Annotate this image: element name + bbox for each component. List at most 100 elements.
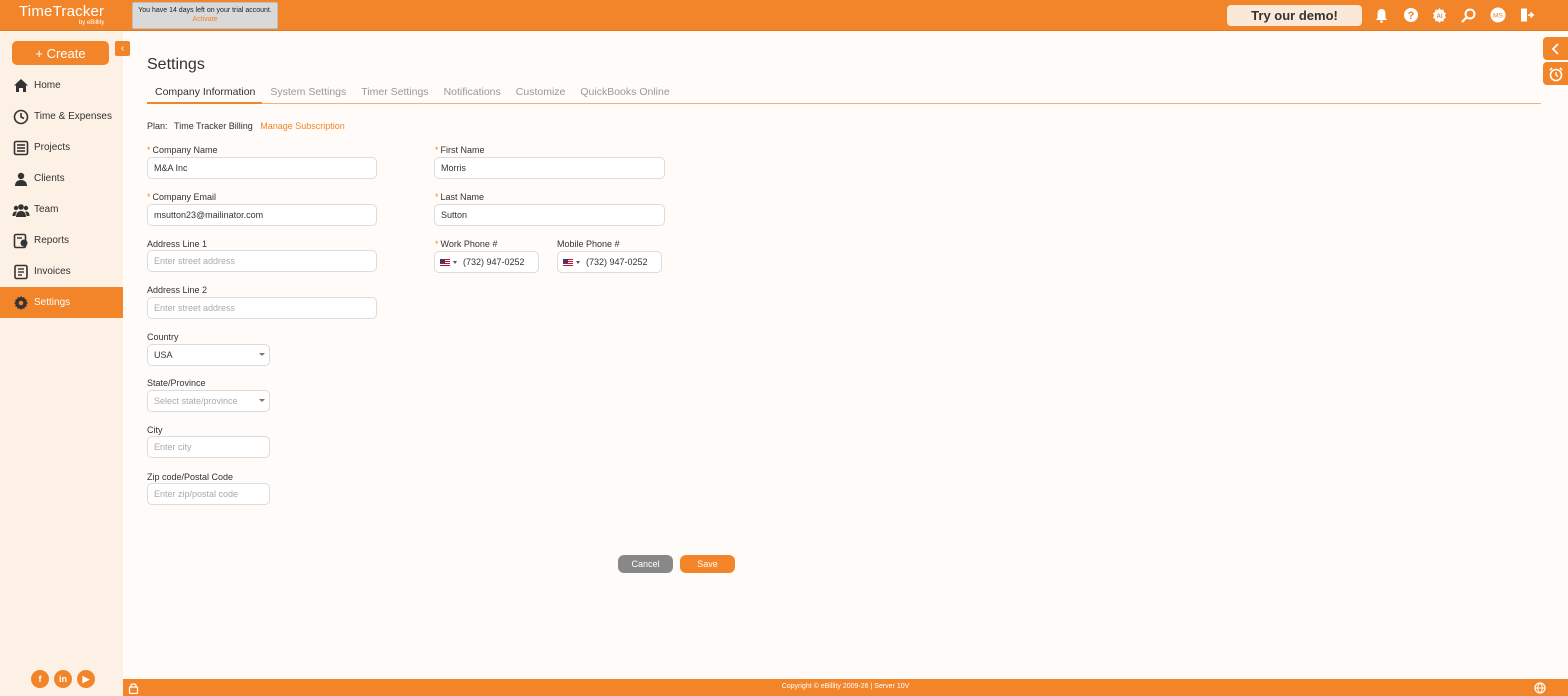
save-button[interactable]: Save: [680, 555, 735, 573]
state-label: State/Province: [147, 378, 206, 388]
mobile-phone-label: Mobile Phone #: [557, 239, 620, 249]
sidebar-item-clients[interactable]: Clients: [0, 163, 123, 194]
search-icon[interactable]: [1460, 5, 1477, 25]
address-line1-label: Address Line 1: [147, 239, 208, 249]
zip-input[interactable]: [147, 483, 270, 505]
clients-icon: [12, 170, 30, 188]
sidebar: + Create ‹ Home Time & Expenses Projects…: [0, 32, 130, 696]
cancel-button[interactable]: Cancel: [618, 555, 673, 573]
sidebar-item-label: Projects: [34, 142, 71, 153]
company-name-input[interactable]: [147, 157, 377, 179]
logout-icon[interactable]: [1518, 5, 1535, 25]
trial-banner: You have 14 days left on your trial acco…: [132, 2, 278, 29]
required-marker: *: [435, 145, 439, 155]
timer-icon[interactable]: [1543, 62, 1568, 85]
sidebar-item-time-expenses[interactable]: Time & Expenses: [0, 101, 123, 132]
create-button[interactable]: + Create: [12, 41, 109, 65]
sidebar-nav: Home Time & Expenses Projects Clients Te…: [0, 70, 123, 318]
sidebar-item-label: Team: [34, 204, 59, 215]
collapse-sidebar-icon[interactable]: ‹: [115, 41, 130, 56]
ai-icon[interactable]: AI: [1431, 5, 1448, 25]
brand-by: by eBillity: [78, 20, 105, 26]
tab-customize[interactable]: Customize: [508, 86, 573, 104]
youtube-icon[interactable]: ▶: [77, 670, 95, 688]
sidebar-item-label: Home: [34, 80, 61, 91]
sidebar-item-label: Settings: [34, 297, 71, 308]
city-label: City: [147, 425, 163, 435]
sidebar-item-team[interactable]: Team: [0, 194, 123, 225]
sidebar-item-settings[interactable]: Settings: [0, 287, 123, 318]
tab-system-settings[interactable]: System Settings: [262, 86, 353, 104]
page-title: Settings: [147, 56, 205, 73]
required-marker: *: [435, 239, 439, 249]
team-icon: [12, 201, 30, 219]
us-flag-icon[interactable]: [440, 258, 450, 266]
sidebar-item-home[interactable]: Home: [0, 70, 123, 101]
work-phone-field[interactable]: (732) 947-0252: [434, 251, 539, 273]
svg-text:MS: MS: [1493, 13, 1503, 20]
help-icon[interactable]: ?: [1402, 5, 1419, 25]
facebook-icon[interactable]: f: [31, 670, 49, 688]
tab-quickbooks-online[interactable]: QuickBooks Online: [572, 86, 676, 104]
sidebar-item-label: Reports: [34, 235, 70, 246]
us-flag-icon[interactable]: [563, 258, 573, 266]
activate-link[interactable]: Activate: [133, 16, 277, 23]
first-name-input[interactable]: [434, 157, 665, 179]
projects-icon: [12, 139, 30, 157]
sidebar-item-label: Time & Expenses: [34, 111, 112, 122]
required-marker: *: [147, 192, 151, 202]
plan-name: Time Tracker Billing: [174, 121, 253, 131]
sidebar-item-label: Invoices: [34, 266, 71, 277]
tab-company-information[interactable]: Company Information: [147, 86, 263, 104]
address-line2-label: Address Line 2: [147, 285, 208, 295]
mobile-phone-field[interactable]: (732) 947-0252: [557, 251, 662, 273]
zip-label: Zip code/Postal Code: [147, 472, 234, 482]
sidebar-item-projects[interactable]: Projects: [0, 132, 123, 163]
manage-subscription-link[interactable]: Manage Subscription: [260, 121, 345, 131]
work-phone-value: (732) 947-0252: [463, 257, 525, 267]
top-bar: TimeTracker by eBillity You have 14 days…: [0, 0, 1568, 31]
plan-label: Plan:: [147, 121, 168, 131]
country-select[interactable]: USA: [147, 344, 270, 366]
social-links: f in ▶: [31, 670, 95, 688]
sidebar-item-invoices[interactable]: Invoices: [0, 256, 123, 287]
settings-tabs: Company Information System Settings Time…: [147, 86, 1541, 104]
brand-name: TimeTracker: [19, 3, 105, 20]
trial-message: You have 14 days left on your trial acco…: [138, 7, 272, 14]
chevron-down-icon: [576, 260, 580, 264]
reports-icon: [12, 232, 30, 250]
address-line1-input[interactable]: [147, 250, 377, 272]
plan-row: Plan: Time Tracker Billing Manage Subscr…: [147, 121, 345, 131]
country-label: Country: [147, 332, 179, 342]
gear-icon: [12, 294, 30, 312]
footer: Copyright © eBillity 2009-26 | Server 10…: [123, 679, 1568, 696]
globe-icon[interactable]: [1534, 681, 1546, 696]
tab-notifications[interactable]: Notifications: [436, 86, 508, 104]
sidebar-item-reports[interactable]: Reports: [0, 225, 123, 256]
required-marker: *: [147, 145, 151, 155]
copyright-text: Copyright © eBillity 2009-26 | Server 10…: [781, 683, 910, 690]
brand-logo[interactable]: TimeTracker by eBillity: [19, 3, 105, 27]
state-placeholder: Select state/province: [154, 396, 238, 406]
last-name-input[interactable]: [434, 204, 665, 226]
try-demo-button[interactable]: Try our demo!: [1227, 5, 1362, 26]
user-avatar[interactable]: MS: [1489, 5, 1506, 25]
clock-icon: [12, 108, 30, 126]
work-phone-label: * Work Phone #: [435, 239, 498, 249]
sidebar-item-label: Clients: [34, 173, 65, 184]
company-name-label: * Company Name: [147, 145, 218, 155]
last-name-label: * Last Name: [435, 192, 485, 202]
mobile-phone-value: (732) 947-0252: [586, 257, 648, 267]
first-name-label: * First Name: [435, 145, 485, 155]
linkedin-icon[interactable]: in: [54, 670, 72, 688]
invoices-icon: [12, 263, 30, 281]
address-line2-input[interactable]: [147, 297, 377, 319]
tab-timer-settings[interactable]: Timer Settings: [353, 86, 435, 104]
chevron-down-icon: [259, 353, 265, 356]
company-email-input[interactable]: [147, 204, 377, 226]
expand-panel-icon[interactable]: [1543, 37, 1568, 60]
bell-icon[interactable]: [1373, 5, 1390, 25]
city-input[interactable]: [147, 436, 270, 458]
country-value: USA: [154, 350, 173, 360]
state-select[interactable]: Select state/province: [147, 390, 270, 412]
